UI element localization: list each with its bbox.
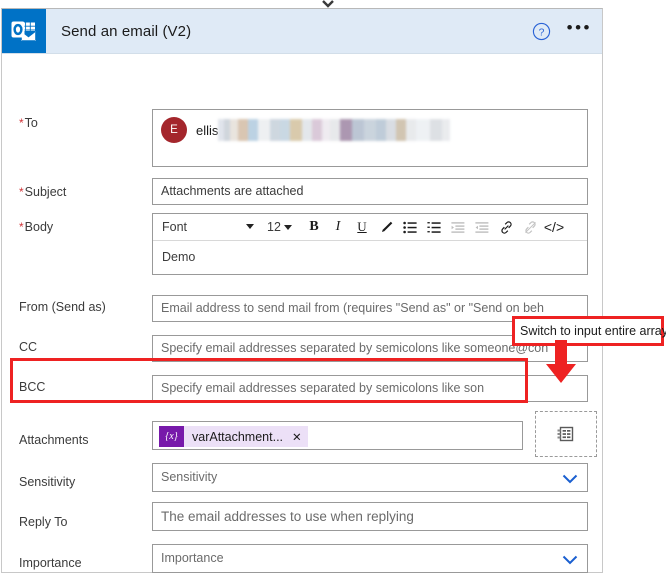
chevron-down-icon (562, 553, 578, 571)
sensitivity-value: Sensitivity (161, 470, 218, 484)
font-family-value: Font (162, 220, 188, 234)
collapse-chevron-icon[interactable] (321, 0, 335, 8)
label-subject: *Subject (19, 185, 67, 199)
switch-to-array-input-button[interactable] (555, 423, 577, 445)
switch-to-array-input-zone (535, 411, 597, 457)
header-actions: ? ••• (532, 9, 592, 54)
from-placeholder: Email address to send mail from (require… (161, 301, 544, 315)
to-field[interactable]: E ellis (152, 109, 588, 167)
more-commands-button[interactable]: ••• (567, 19, 592, 40)
label-bcc: BCC (19, 380, 46, 394)
label-to: *To (19, 116, 38, 130)
avatar: E (161, 117, 187, 143)
subject-input[interactable]: Attachments are attached (152, 178, 588, 205)
outdent-button[interactable] (470, 215, 494, 240)
label-sensitivity: Sensitivity (19, 475, 76, 489)
label-attachments: Attachments (19, 433, 89, 447)
token-label: varAttachment... (192, 429, 284, 444)
sensitivity-dropdown[interactable]: Sensitivity (152, 463, 588, 492)
code-view-button[interactable]: </> (542, 215, 566, 240)
dynamic-content-token[interactable]: {x} varAttachment... ✕ (159, 426, 308, 447)
svg-text:?: ? (538, 28, 544, 39)
font-size-value: 12 (267, 220, 281, 234)
send-email-action-card: Send an email (V2) ? ••• *To E ellis *Su… (1, 8, 603, 573)
body-rich-text-editor[interactable]: Font 12 B I U </> Demo (152, 213, 588, 275)
required-asterisk-to: * (19, 116, 24, 130)
label-reply-to: Reply To (19, 515, 68, 529)
font-family-dropdown[interactable]: Font (157, 215, 261, 240)
to-recipient-name: ellis (196, 122, 219, 138)
required-asterisk-body: * (19, 220, 24, 234)
bold-button[interactable]: B (302, 215, 326, 240)
numbered-list-button[interactable] (422, 215, 446, 240)
label-from: From (Send as) (19, 300, 106, 314)
bcc-input[interactable]: Specify email addresses separated by sem… (152, 375, 588, 402)
redacted-email-blur (218, 119, 451, 141)
body-value: Demo (162, 250, 196, 264)
rich-text-toolbar: Font 12 B I U </> (153, 214, 587, 241)
bulleted-list-button[interactable] (398, 215, 422, 240)
label-importance: Importance (19, 556, 82, 570)
subject-value: Attachments are attached (161, 184, 304, 198)
help-icon[interactable]: ? (532, 22, 551, 41)
tooltip-text: Switch to input entire array (520, 324, 666, 338)
chevron-down-icon (283, 224, 292, 230)
importance-value: Importance (161, 551, 224, 565)
chevron-down-icon (562, 472, 578, 490)
font-size-dropdown[interactable]: 12 (261, 215, 302, 240)
action-title: Send an email (V2) (61, 22, 192, 40)
importance-dropdown[interactable]: Importance (152, 544, 588, 573)
outlook-icon (2, 9, 46, 53)
required-asterisk-subject: * (19, 185, 24, 199)
label-cc: CC (19, 340, 38, 354)
italic-button[interactable]: I (326, 215, 350, 240)
variable-icon: {x} (159, 426, 184, 447)
reply-to-placeholder: The email addresses to use when replying (161, 509, 414, 524)
reply-to-input[interactable]: The email addresses to use when replying (152, 502, 588, 531)
close-icon[interactable]: ✕ (292, 430, 302, 444)
label-body: *Body (19, 220, 54, 234)
link-icon[interactable] (494, 215, 518, 240)
cc-placeholder: Specify email addresses separated by sem… (161, 341, 549, 355)
annotation-tooltip: Switch to input entire array (512, 316, 666, 346)
attachments-input[interactable]: {x} varAttachment... ✕ (152, 421, 523, 450)
screenshot-root: Send an email (V2) ? ••• *To E ellis *Su… (0, 0, 666, 580)
bcc-placeholder: Specify email addresses separated by sem… (161, 381, 485, 395)
chevron-down-icon (246, 223, 254, 229)
unlink-icon[interactable] (518, 215, 542, 240)
action-card-header: Send an email (V2) ? ••• (2, 9, 602, 54)
to-recipient-chip: E ellis (161, 117, 451, 143)
underline-button[interactable]: U (350, 215, 374, 240)
to-recipient-text: ellis (196, 119, 451, 141)
indent-button[interactable] (446, 215, 470, 240)
text-color-pen-icon[interactable] (374, 215, 398, 240)
